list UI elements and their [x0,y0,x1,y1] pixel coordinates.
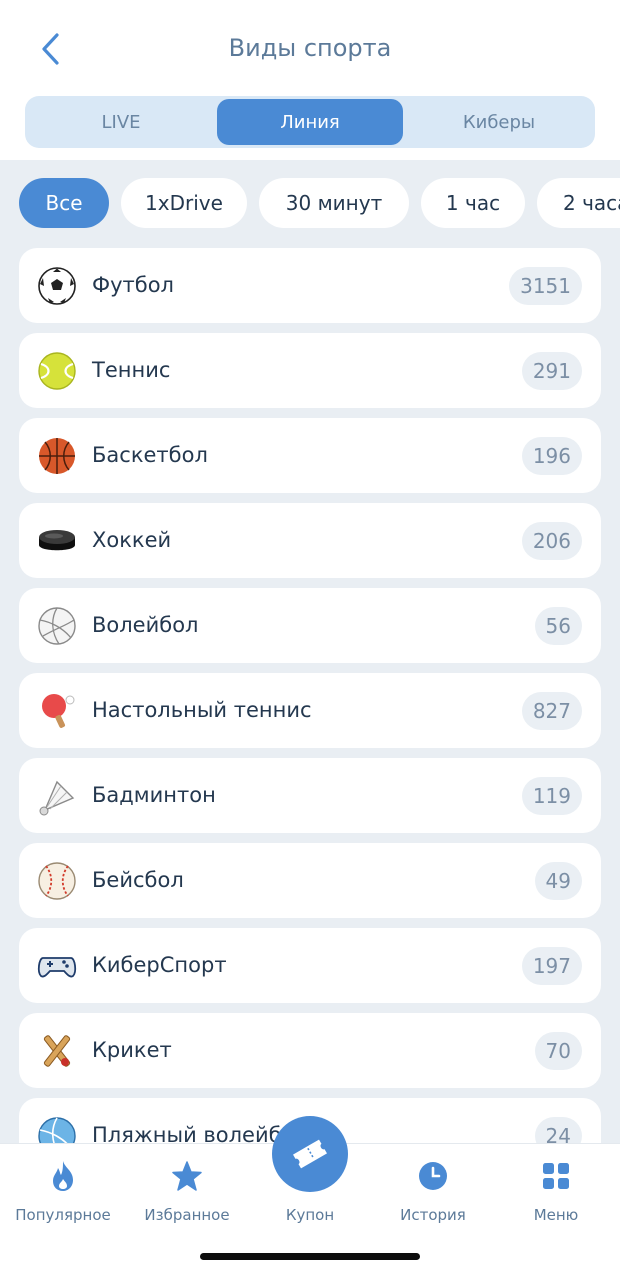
event-count-badge: 206 [521,522,582,560]
hockey-puck-icon [39,530,75,551]
filter-chip-1-hour[interactable]: 1 час [421,178,525,228]
tab-favorites[interactable]: Избранное [125,1152,249,1232]
sport-name: Хоккей [92,528,172,552]
basketball-icon [39,438,75,474]
home-indicator [200,1253,420,1260]
ticket-icon [293,1139,327,1169]
tab-label: Избранное [144,1206,230,1224]
event-count-badge: 119 [521,777,582,815]
gamepad-icon [37,957,77,978]
beach-volleyball-icon [38,1117,76,1144]
tab-label: История [400,1206,466,1224]
grid-icon [543,1163,569,1189]
tab-live[interactable]: LIVE [28,99,214,145]
page-title: Виды спорта [228,34,392,62]
volleyball-icon [38,607,76,645]
sport-name: КиберСпорт [92,953,227,977]
tab-menu[interactable]: Меню [494,1152,618,1232]
sport-name: Крикет [92,1038,172,1062]
soccer-ball-icon [38,267,76,305]
filter-chip-1xdrive[interactable]: 1xDrive [121,178,247,228]
sport-name: Бадминтон [92,783,216,807]
star-icon [172,1161,202,1191]
shuttlecock-icon [39,780,75,816]
event-count-badge: 70 [534,1032,582,1070]
sport-row-esports[interactable]: КиберСпорт 197 [19,928,601,1003]
sport-row-football[interactable]: Футбол 3151 [19,248,601,323]
filter-chip-30-min[interactable]: 30 минут [259,178,409,228]
event-count-badge: 56 [534,607,582,645]
sport-row-cricket[interactable]: Крикет 70 [19,1013,601,1088]
sport-row-basketball[interactable]: Баскетбол 196 [19,418,601,493]
event-count-badge: 197 [521,947,582,985]
sport-row-badminton[interactable]: Бадминтон 119 [19,758,601,833]
sport-row-hockey[interactable]: Хоккей 206 [19,503,601,578]
tab-label: Популярное [15,1206,111,1224]
sport-name: Настольный теннис [92,698,312,722]
event-count-badge: 3151 [509,267,582,305]
sport-name: Футбол [92,273,174,297]
header: Виды спорта LIVE Линия Киберы [0,0,620,160]
cricket-icon [43,1035,71,1067]
tab-label: Купон [285,1206,335,1224]
tennis-ball-icon [38,352,76,390]
tab-label: Меню [533,1206,579,1224]
event-count-badge: 24 [534,1117,582,1144]
sport-name: Баскетбол [92,443,208,467]
time-filter-bar: Все 1xDrive 30 минут 1 час 2 часа [0,178,620,230]
sport-name: Волейбол [92,613,199,637]
sport-name: Бейсбол [92,868,184,892]
filter-chip-2-hours[interactable]: 2 часа [537,178,620,228]
tab-history[interactable]: История [371,1152,495,1232]
tab-line[interactable]: Линия [217,99,403,145]
event-count-badge: 291 [521,352,582,390]
filter-chip-all[interactable]: Все [19,178,109,228]
coupon-button[interactable] [272,1116,348,1192]
sport-row-tennis[interactable]: Теннис 291 [19,333,601,408]
event-count-badge: 49 [534,862,582,900]
ping-pong-icon [42,694,75,728]
flame-icon [53,1161,73,1191]
sports-list: Футбол 3151 Теннис 291 Баскетбол 196 Хок… [0,248,620,1144]
tab-popular[interactable]: Популярное [1,1152,125,1232]
event-count-badge: 196 [521,437,582,475]
baseball-icon [38,862,76,900]
segment-control: LIVE Линия Киберы [25,96,595,148]
sport-name: Теннис [92,358,171,382]
clock-icon [419,1162,447,1190]
event-count-badge: 827 [521,692,582,730]
sport-row-table-tennis[interactable]: Настольный теннис 827 [19,673,601,748]
sport-row-baseball[interactable]: Бейсбол 49 [19,843,601,918]
tab-cyber[interactable]: Киберы [406,99,592,145]
sport-row-volleyball[interactable]: Волейбол 56 [19,588,601,663]
